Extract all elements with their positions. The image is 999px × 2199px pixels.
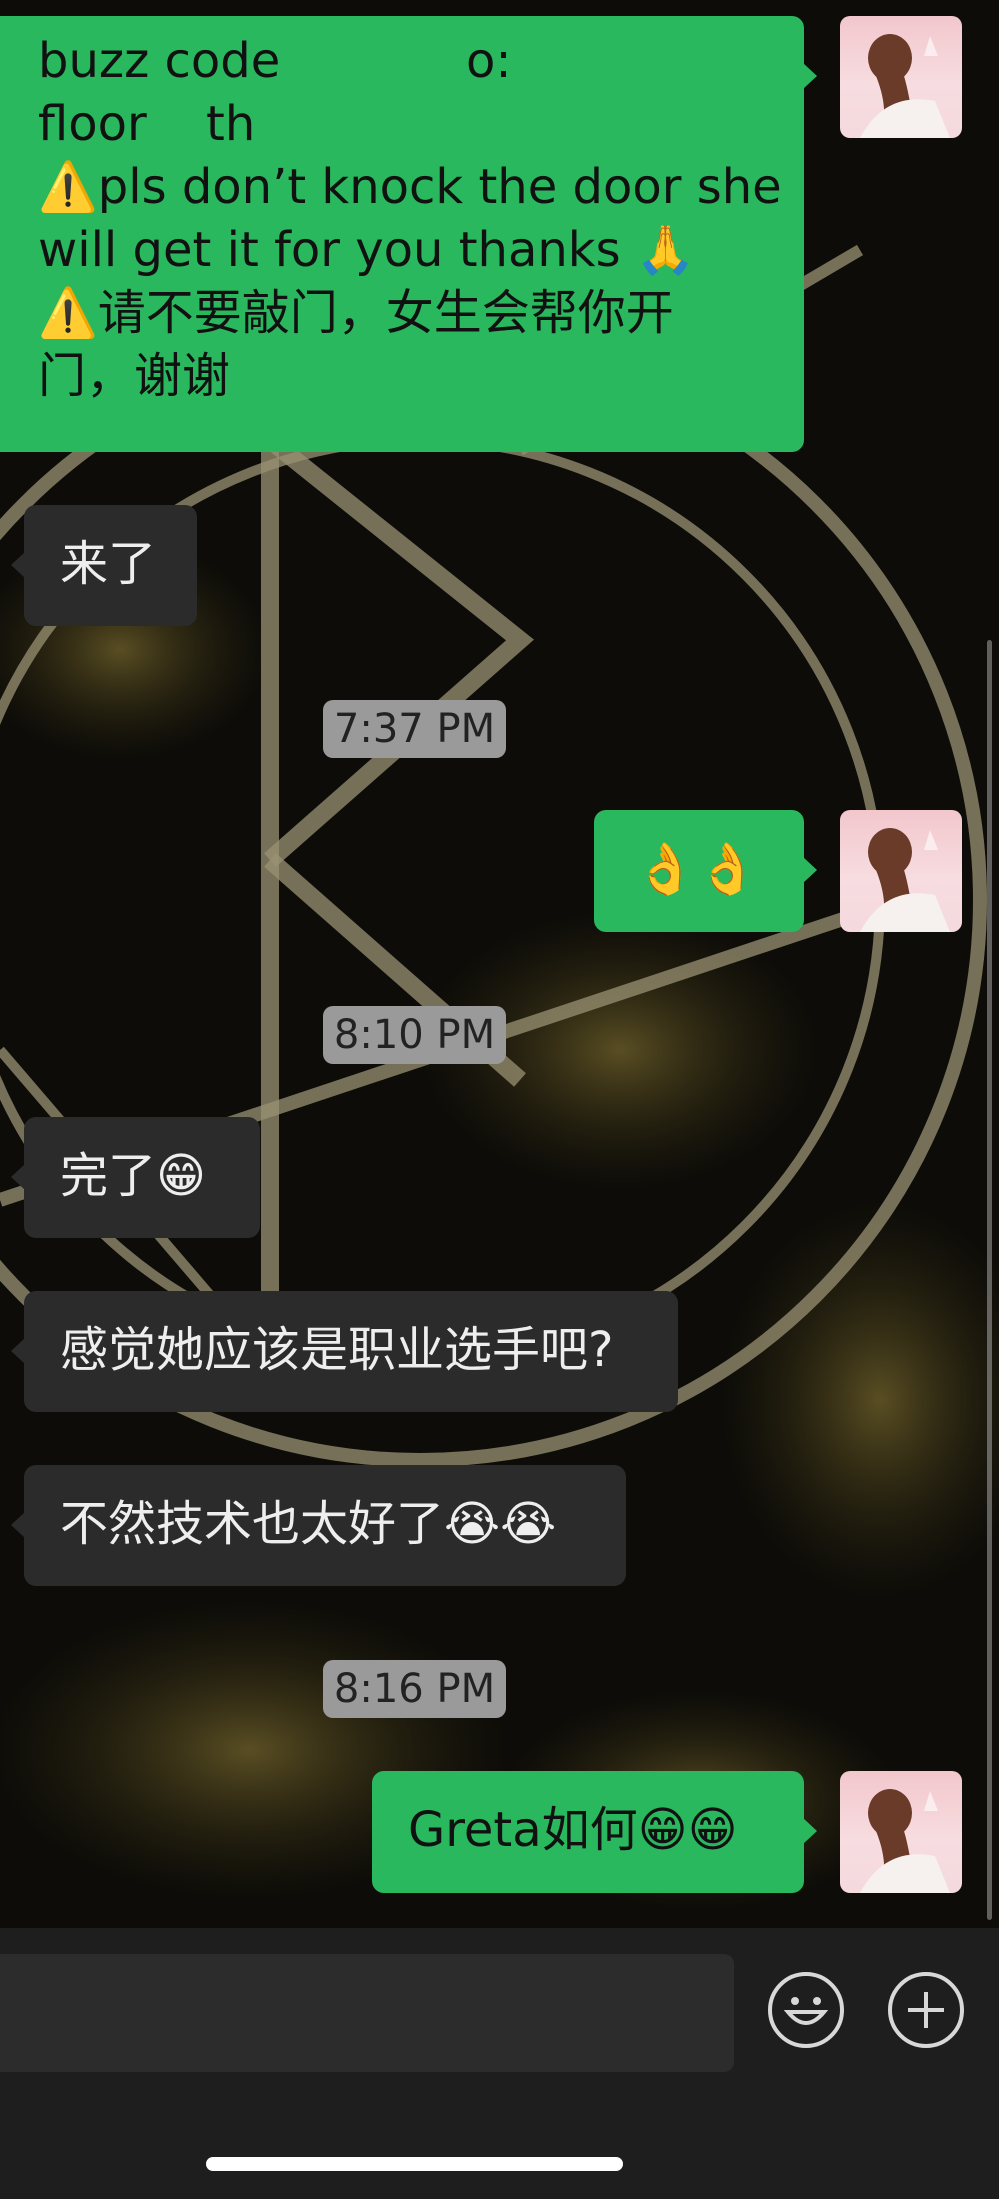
message-line: will get it for you thanks 🙏 bbox=[38, 222, 696, 278]
message-line: floor th bbox=[38, 96, 256, 152]
message-bubble-incoming[interactable]: 感觉她应该是职业选手吧? bbox=[11, 1291, 678, 1412]
message-bubble-outgoing[interactable]: 👌👌 bbox=[594, 810, 817, 932]
message-line: ⚠️pls don’t knock the door she bbox=[38, 159, 782, 215]
avatar-image bbox=[860, 828, 950, 932]
smiley-icon bbox=[783, 1997, 829, 2025]
message-bubble-outgoing[interactable]: buzz code o: floor th ⚠️pls don’t knock … bbox=[0, 16, 817, 452]
avatar-image bbox=[860, 1789, 950, 1893]
more-button[interactable] bbox=[888, 1972, 964, 2048]
emoji-button[interactable] bbox=[768, 1972, 844, 2048]
avatar[interactable] bbox=[840, 16, 962, 138]
message-bubble-incoming[interactable]: 来了 bbox=[11, 505, 197, 626]
timestamp: 8:16 PM bbox=[323, 1660, 506, 1718]
message-input[interactable] bbox=[0, 1954, 734, 2072]
message-bubble-incoming[interactable]: 完了😁 bbox=[11, 1117, 260, 1238]
timestamp: 8:10 PM bbox=[323, 1006, 506, 1064]
avatar-image bbox=[860, 34, 950, 138]
message-line: buzz code o: bbox=[38, 33, 512, 89]
timestamp: 7:37 PM bbox=[323, 700, 506, 758]
message-line: ⚠️请不要敲门，女生会帮你开 bbox=[38, 285, 674, 341]
message-line: 门，谢谢 bbox=[38, 348, 231, 404]
avatar[interactable] bbox=[840, 1771, 962, 1893]
message-bubble-outgoing[interactable]: Greta如何😁😁 bbox=[372, 1771, 817, 1893]
scroll-bar[interactable] bbox=[987, 640, 992, 1920]
input-bar bbox=[0, 1928, 999, 2199]
avatar[interactable] bbox=[840, 810, 962, 932]
home-indicator bbox=[206, 2157, 623, 2171]
message-bubble-incoming[interactable]: 不然技术也太好了😭😭 bbox=[11, 1465, 626, 1586]
plus-circle-icon bbox=[908, 1992, 944, 2028]
